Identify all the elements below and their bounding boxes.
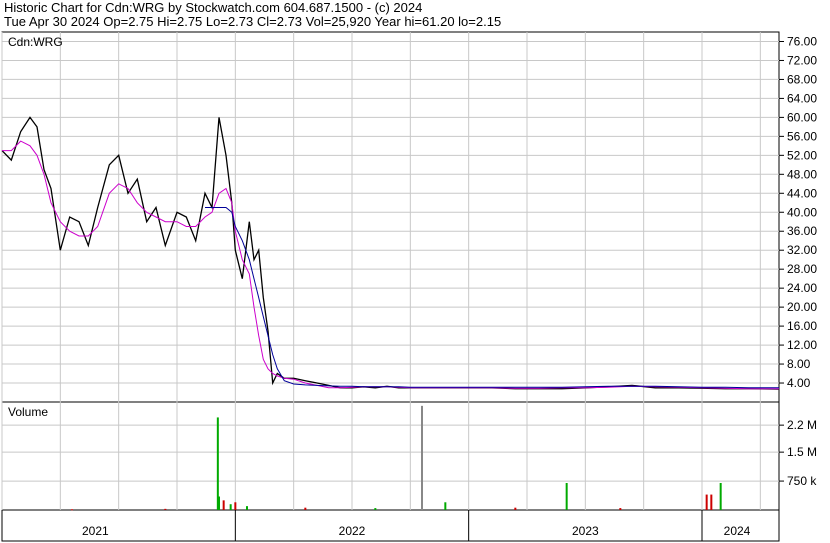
volume-tick-label: 750 k bbox=[787, 474, 817, 488]
volume-bar bbox=[719, 483, 722, 510]
volume-bars bbox=[71, 405, 722, 511]
year-label: 2024 bbox=[724, 524, 751, 538]
price-tick-label: 48.00 bbox=[787, 167, 817, 181]
price-tick-label: 8.00 bbox=[787, 357, 811, 371]
price-series-line bbox=[205, 207, 779, 389]
stock-chart: 76.00 72.00 68.00 64.00 60.00 56.00 52.00 48.00… bbox=[1, 31, 817, 542]
price-panel-label: Cdn:WRG bbox=[8, 35, 63, 49]
volume-bar bbox=[444, 502, 447, 510]
price-tick-label: 16.00 bbox=[787, 319, 817, 333]
volume-bar bbox=[565, 483, 568, 510]
volume-bar bbox=[222, 500, 225, 510]
volume-bar bbox=[705, 494, 708, 510]
price-tick-label: 52.00 bbox=[787, 148, 817, 162]
volume-tick-label: 2.2 M bbox=[787, 418, 817, 432]
price-tick-label: 56.00 bbox=[787, 129, 817, 143]
price-tick-label: 28.00 bbox=[787, 262, 817, 276]
volume-bar bbox=[374, 508, 377, 510]
volume-bar bbox=[234, 502, 237, 510]
volume-panel-label: Volume bbox=[8, 405, 48, 419]
price-tick-label: 24.00 bbox=[787, 281, 817, 295]
price-tick-label: 68.00 bbox=[787, 72, 817, 86]
price-tick-label: 36.00 bbox=[787, 224, 817, 238]
grid-lines bbox=[1, 32, 779, 510]
year-label: 2021 bbox=[82, 524, 109, 538]
volume-bar bbox=[218, 496, 220, 510]
price-tick-label: 60.00 bbox=[787, 110, 817, 124]
price-tick-label: 32.00 bbox=[787, 243, 817, 257]
volume-bar bbox=[216, 417, 219, 510]
volume-bar bbox=[164, 508, 167, 510]
volume-bar bbox=[304, 507, 307, 510]
volume-bar bbox=[246, 506, 248, 510]
price-tick-label: 76.00 bbox=[787, 34, 817, 48]
year-label: 2022 bbox=[339, 524, 366, 538]
volume-bar bbox=[619, 508, 622, 510]
volume-bar bbox=[710, 494, 713, 510]
volume-bar bbox=[229, 504, 232, 510]
volume-tick-label: 1.5 M bbox=[787, 445, 817, 459]
year-label: 2023 bbox=[572, 524, 599, 538]
volume-bar bbox=[514, 507, 517, 510]
price-tick-label: 44.00 bbox=[787, 186, 817, 200]
price-tick-label: 40.00 bbox=[787, 205, 817, 219]
price-tick-label: 64.00 bbox=[787, 91, 817, 105]
price-tick-label: 20.00 bbox=[787, 300, 817, 314]
volume-bar bbox=[71, 509, 73, 511]
price-tick-label: 72.00 bbox=[787, 53, 817, 67]
volume-bar bbox=[421, 405, 423, 510]
price-tick-label: 12.00 bbox=[787, 338, 817, 352]
date-axis-band bbox=[1, 509, 780, 542]
price-tick-label: 4.00 bbox=[787, 376, 811, 390]
